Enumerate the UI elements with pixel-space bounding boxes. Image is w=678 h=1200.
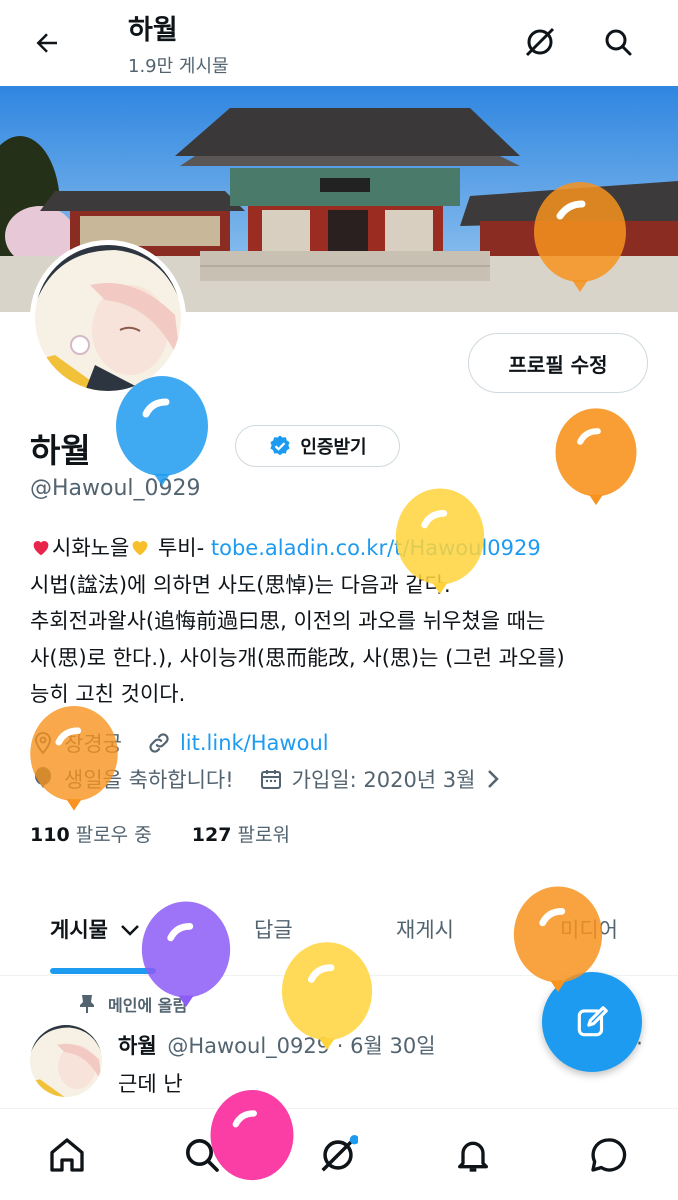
birthday-balloon-yellow-2	[281, 942, 373, 1051]
birthday-balloon-orange-1	[534, 182, 626, 292]
bio-line-5: 능히 고친 것이다.	[30, 682, 186, 706]
anime-character-avatar-small	[30, 1025, 102, 1097]
birthday-balloon-purple	[141, 901, 231, 1008]
followers-count: 127	[191, 824, 232, 846]
grok-button[interactable]	[518, 20, 562, 64]
grok-icon	[321, 1135, 358, 1172]
post-count: 1.9만 게시물	[128, 56, 229, 77]
chevron-right-icon[interactable]	[486, 768, 500, 790]
tab-posts[interactable]: 게시물	[50, 914, 141, 944]
bottom-navigation	[0, 1108, 678, 1200]
link-icon	[146, 730, 172, 756]
bio-line-3: 추회전과왈사(追悔前過曰思, 이전의 과오를 뉘우쳤을 때는	[30, 609, 546, 633]
compose-icon	[577, 1006, 608, 1037]
display-name: 하월	[30, 431, 91, 470]
verified-badge-icon	[270, 435, 290, 456]
birthday-balloon-pink	[210, 1090, 294, 1181]
post-text: 근데 난	[118, 1072, 183, 1096]
home-icon	[50, 1138, 84, 1172]
red-heart-icon	[33, 541, 49, 556]
back-button[interactable]	[28, 24, 66, 62]
nav-home[interactable]	[45, 1133, 89, 1177]
tab-replies[interactable]: 답글	[254, 914, 293, 944]
profile-avatar[interactable]	[30, 240, 186, 396]
website-link[interactable]: lit.link/Hawoul	[180, 731, 329, 755]
bio-line-4: 사(思)로 한다.), 사이능개(思而能改, 사(思)는 (그런 과오를)	[30, 645, 565, 670]
arrow-left-icon	[36, 33, 57, 53]
birthday-balloon-yellow-1	[395, 488, 485, 595]
birthday-balloon-orange-2	[555, 408, 637, 506]
nav-grok[interactable]	[316, 1133, 360, 1177]
following-count: 110	[30, 824, 70, 846]
joined-date: 가입일: 2020년 3월	[291, 768, 476, 792]
bio-text-a: 시화노을	[52, 536, 130, 560]
verify-label: 인증받기	[300, 437, 367, 458]
following-label: 팔로우 중	[75, 824, 152, 846]
message-icon	[591, 1138, 627, 1172]
nav-notifications[interactable]	[451, 1133, 495, 1177]
bio-text-b: 투비-	[151, 536, 211, 560]
birthday-balloon-orange-4	[513, 886, 603, 993]
nav-messages[interactable]	[586, 1133, 630, 1177]
pin-icon	[80, 995, 94, 1013]
follow-stats: 110 팔로우 중 127 팔로워	[30, 820, 290, 847]
edit-profile-button[interactable]: 프로필 수정	[468, 333, 648, 393]
get-verified-button[interactable]: 인증받기	[235, 425, 400, 467]
calendar-icon	[258, 766, 284, 792]
following-link[interactable]: 110 팔로우 중	[30, 824, 152, 846]
yellow-heart-icon	[132, 541, 148, 556]
post-author-name[interactable]: 하월	[118, 1034, 157, 1058]
bell-icon	[458, 1141, 488, 1172]
profile-bio: 시화노을 투비- tobe.aladin.co.kr/t/Hawoul0929 …	[30, 530, 660, 713]
search-icon	[605, 29, 632, 56]
bio-line-2: 시법(諡法)에 의하면 사도(思悼)는 다음과 같다.	[30, 572, 451, 597]
bio-link[interactable]: tobe.aladin.co.kr/t/Hawoul0929	[211, 536, 541, 560]
header-title: 하월	[128, 15, 178, 46]
followers-link[interactable]: 127 팔로워	[192, 824, 290, 846]
anime-character-avatar	[35, 245, 181, 391]
birthday-balloon-orange-3	[30, 706, 118, 811]
post-header: 하월 @Hawoul_0929 · 6월 30일	[118, 1030, 436, 1060]
tab-posts-label: 게시물	[50, 918, 108, 942]
top-header: 하월 1.9만 게시물	[0, 0, 678, 86]
bio-line-1: 시화노을 투비- tobe.aladin.co.kr/t/Hawoul0929	[30, 530, 660, 567]
tab-reposts[interactable]: 재게시	[396, 914, 454, 944]
grok-icon	[525, 27, 555, 57]
followers-label: 팔로워	[237, 824, 290, 846]
birthday-balloon-blue	[116, 376, 208, 486]
search-button[interactable]	[596, 20, 640, 64]
post-author-avatar[interactable]	[30, 1025, 102, 1097]
